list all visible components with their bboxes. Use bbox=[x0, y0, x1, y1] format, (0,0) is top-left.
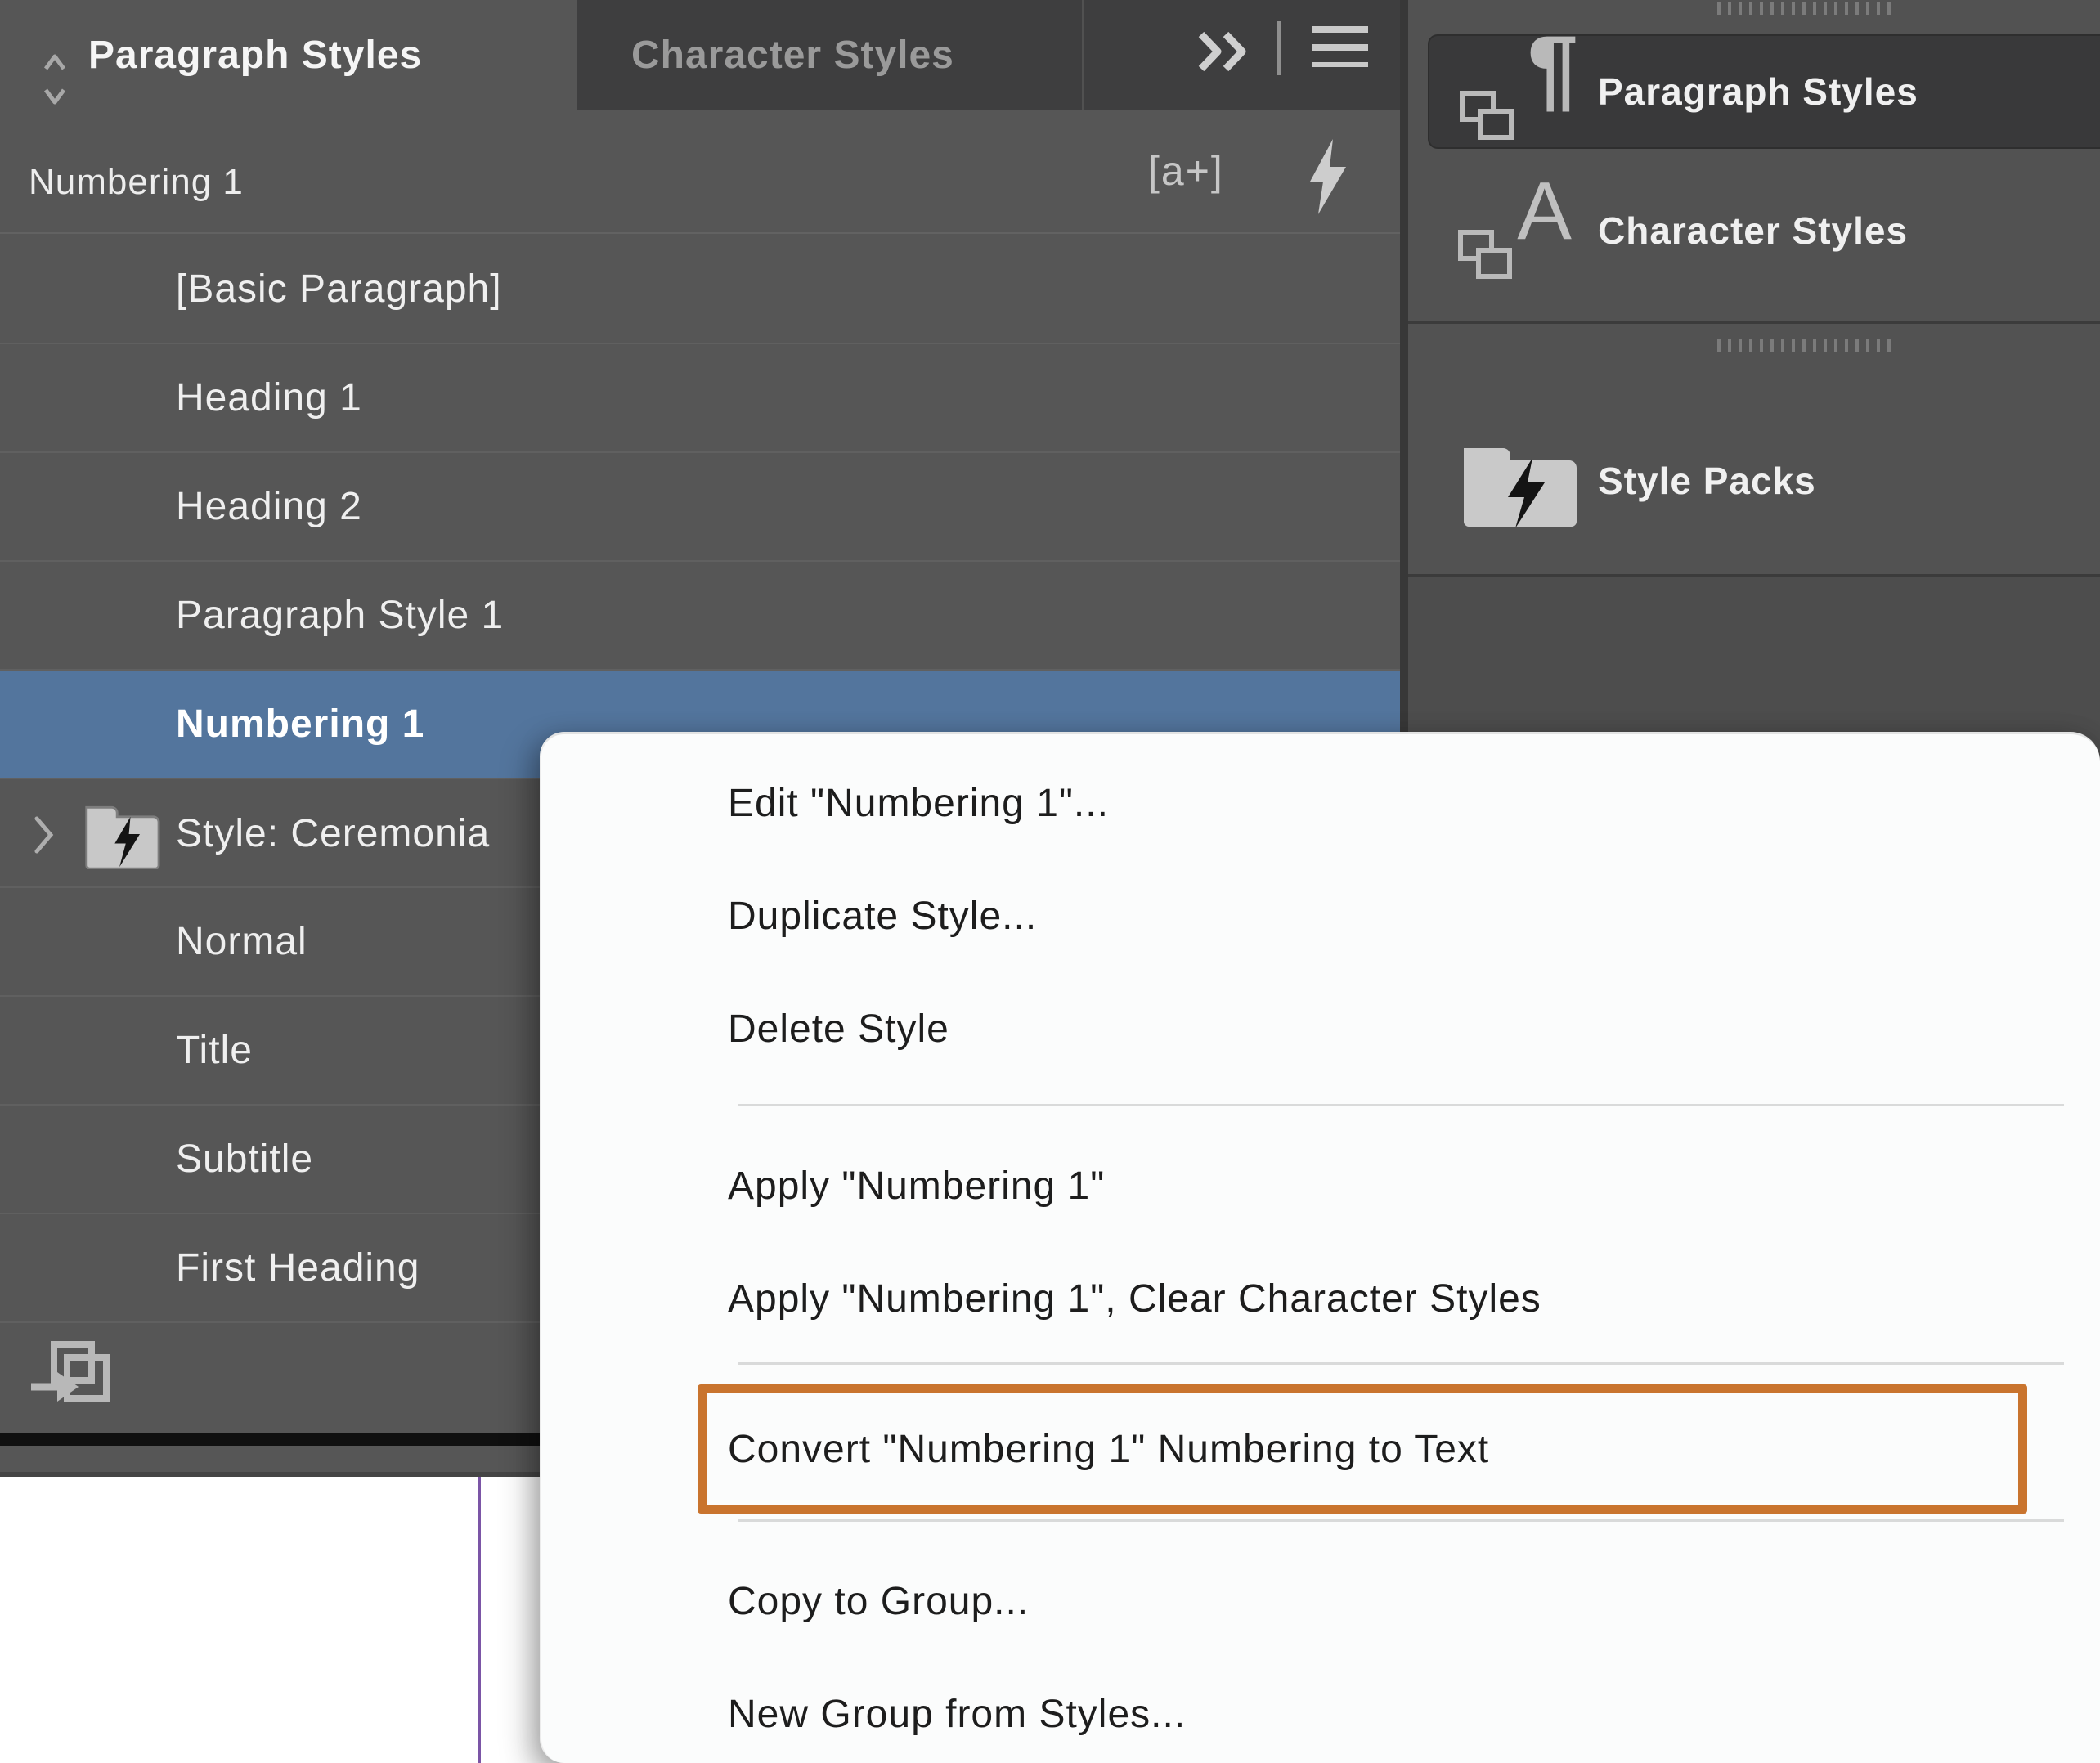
panel-menu-icon[interactable] bbox=[1312, 26, 1368, 67]
dock-item-label: Style Packs bbox=[1598, 459, 1816, 503]
menu-item-edit-style[interactable]: Edit "Numbering 1"... bbox=[541, 747, 2062, 860]
menu-item-apply-clear-char[interactable]: Apply "Numbering 1", Clear Character Sty… bbox=[541, 1243, 2062, 1356]
style-override-badge-icon[interactable]: [a+] bbox=[1148, 147, 1224, 195]
style-label: First Heading bbox=[176, 1245, 420, 1290]
dock-item-paragraph-styles[interactable]: ¶ Paragraph Styles bbox=[1428, 34, 2100, 149]
dock-section-divider bbox=[1408, 574, 2100, 577]
expand-chevron-icon[interactable] bbox=[33, 815, 56, 855]
style-row-heading-2[interactable]: Heading 2 bbox=[0, 453, 1400, 562]
collapse-panel-icon[interactable] bbox=[1195, 29, 1249, 75]
style-label: Subtitle bbox=[176, 1137, 313, 1182]
style-label: Paragraph Style 1 bbox=[176, 593, 504, 638]
style-label: Heading 2 bbox=[176, 484, 362, 529]
style-packs-folder-icon bbox=[1457, 425, 1580, 536]
tab-paragraph-styles[interactable]: Paragraph Styles bbox=[0, 0, 577, 110]
menu-separator bbox=[738, 1519, 2064, 1522]
style-label: Numbering 1 bbox=[176, 702, 424, 747]
dock-item-character-styles[interactable]: A Character Styles bbox=[1408, 173, 2100, 288]
style-label: Heading 1 bbox=[176, 375, 362, 420]
menu-item-new-group[interactable]: New Group from Styles... bbox=[541, 1658, 2062, 1763]
header-divider-bar bbox=[1277, 21, 1281, 75]
style-row-paragraph-style-1[interactable]: Paragraph Style 1 bbox=[0, 562, 1400, 671]
annotation-highlight-box bbox=[698, 1384, 2027, 1514]
style-row-heading-1[interactable]: Heading 1 bbox=[0, 344, 1400, 453]
character-styles-icon: A bbox=[1457, 175, 1580, 286]
dock-item-label: Paragraph Styles bbox=[1598, 70, 1918, 114]
create-style-group-icon[interactable] bbox=[31, 1339, 113, 1421]
current-style-label: Numbering 1 bbox=[29, 137, 244, 227]
indesign-styles-screenshot: Paragraph Styles Character Styles Number… bbox=[0, 0, 2100, 1763]
tab-separator bbox=[1082, 0, 1084, 110]
style-label: Normal bbox=[176, 919, 307, 964]
style-pack-folder-icon bbox=[82, 797, 160, 869]
margin-guide-line bbox=[478, 1477, 481, 1763]
dock-drag-handle-icon[interactable] bbox=[1717, 2, 1894, 15]
quick-apply-lightning-icon[interactable] bbox=[1307, 139, 1348, 214]
paragraph-styles-icon: ¶ bbox=[1459, 36, 1582, 147]
style-label: Style: Ceremonia bbox=[176, 779, 490, 888]
style-row-basic-paragraph[interactable]: [Basic Paragraph] bbox=[0, 236, 1400, 344]
dock-drag-handle-icon[interactable] bbox=[1717, 339, 1894, 352]
dock-section-divider bbox=[1408, 321, 2100, 324]
menu-item-apply-style[interactable]: Apply "Numbering 1" bbox=[541, 1130, 2062, 1243]
header-divider bbox=[0, 232, 1400, 234]
menu-separator bbox=[738, 1104, 2064, 1106]
style-context-menu: Edit "Numbering 1"... Duplicate Style...… bbox=[540, 732, 2100, 1763]
style-label: Title bbox=[176, 1028, 253, 1073]
tab-character-styles[interactable]: Character Styles bbox=[631, 0, 954, 110]
dock-item-label: Character Styles bbox=[1598, 209, 1908, 253]
menu-item-duplicate-style[interactable]: Duplicate Style... bbox=[541, 860, 2062, 973]
panel-cycle-icon bbox=[39, 46, 70, 113]
tab-paragraph-styles-label: Paragraph Styles bbox=[88, 33, 422, 78]
dock-item-style-packs[interactable]: Style Packs bbox=[1408, 424, 2100, 538]
menu-item-copy-to-group[interactable]: Copy to Group... bbox=[541, 1545, 2062, 1658]
panel-header-bar: Character Styles bbox=[577, 0, 1400, 110]
menu-item-delete-style[interactable]: Delete Style bbox=[541, 973, 2062, 1086]
menu-separator bbox=[738, 1362, 2064, 1365]
style-label: [Basic Paragraph] bbox=[176, 267, 502, 312]
